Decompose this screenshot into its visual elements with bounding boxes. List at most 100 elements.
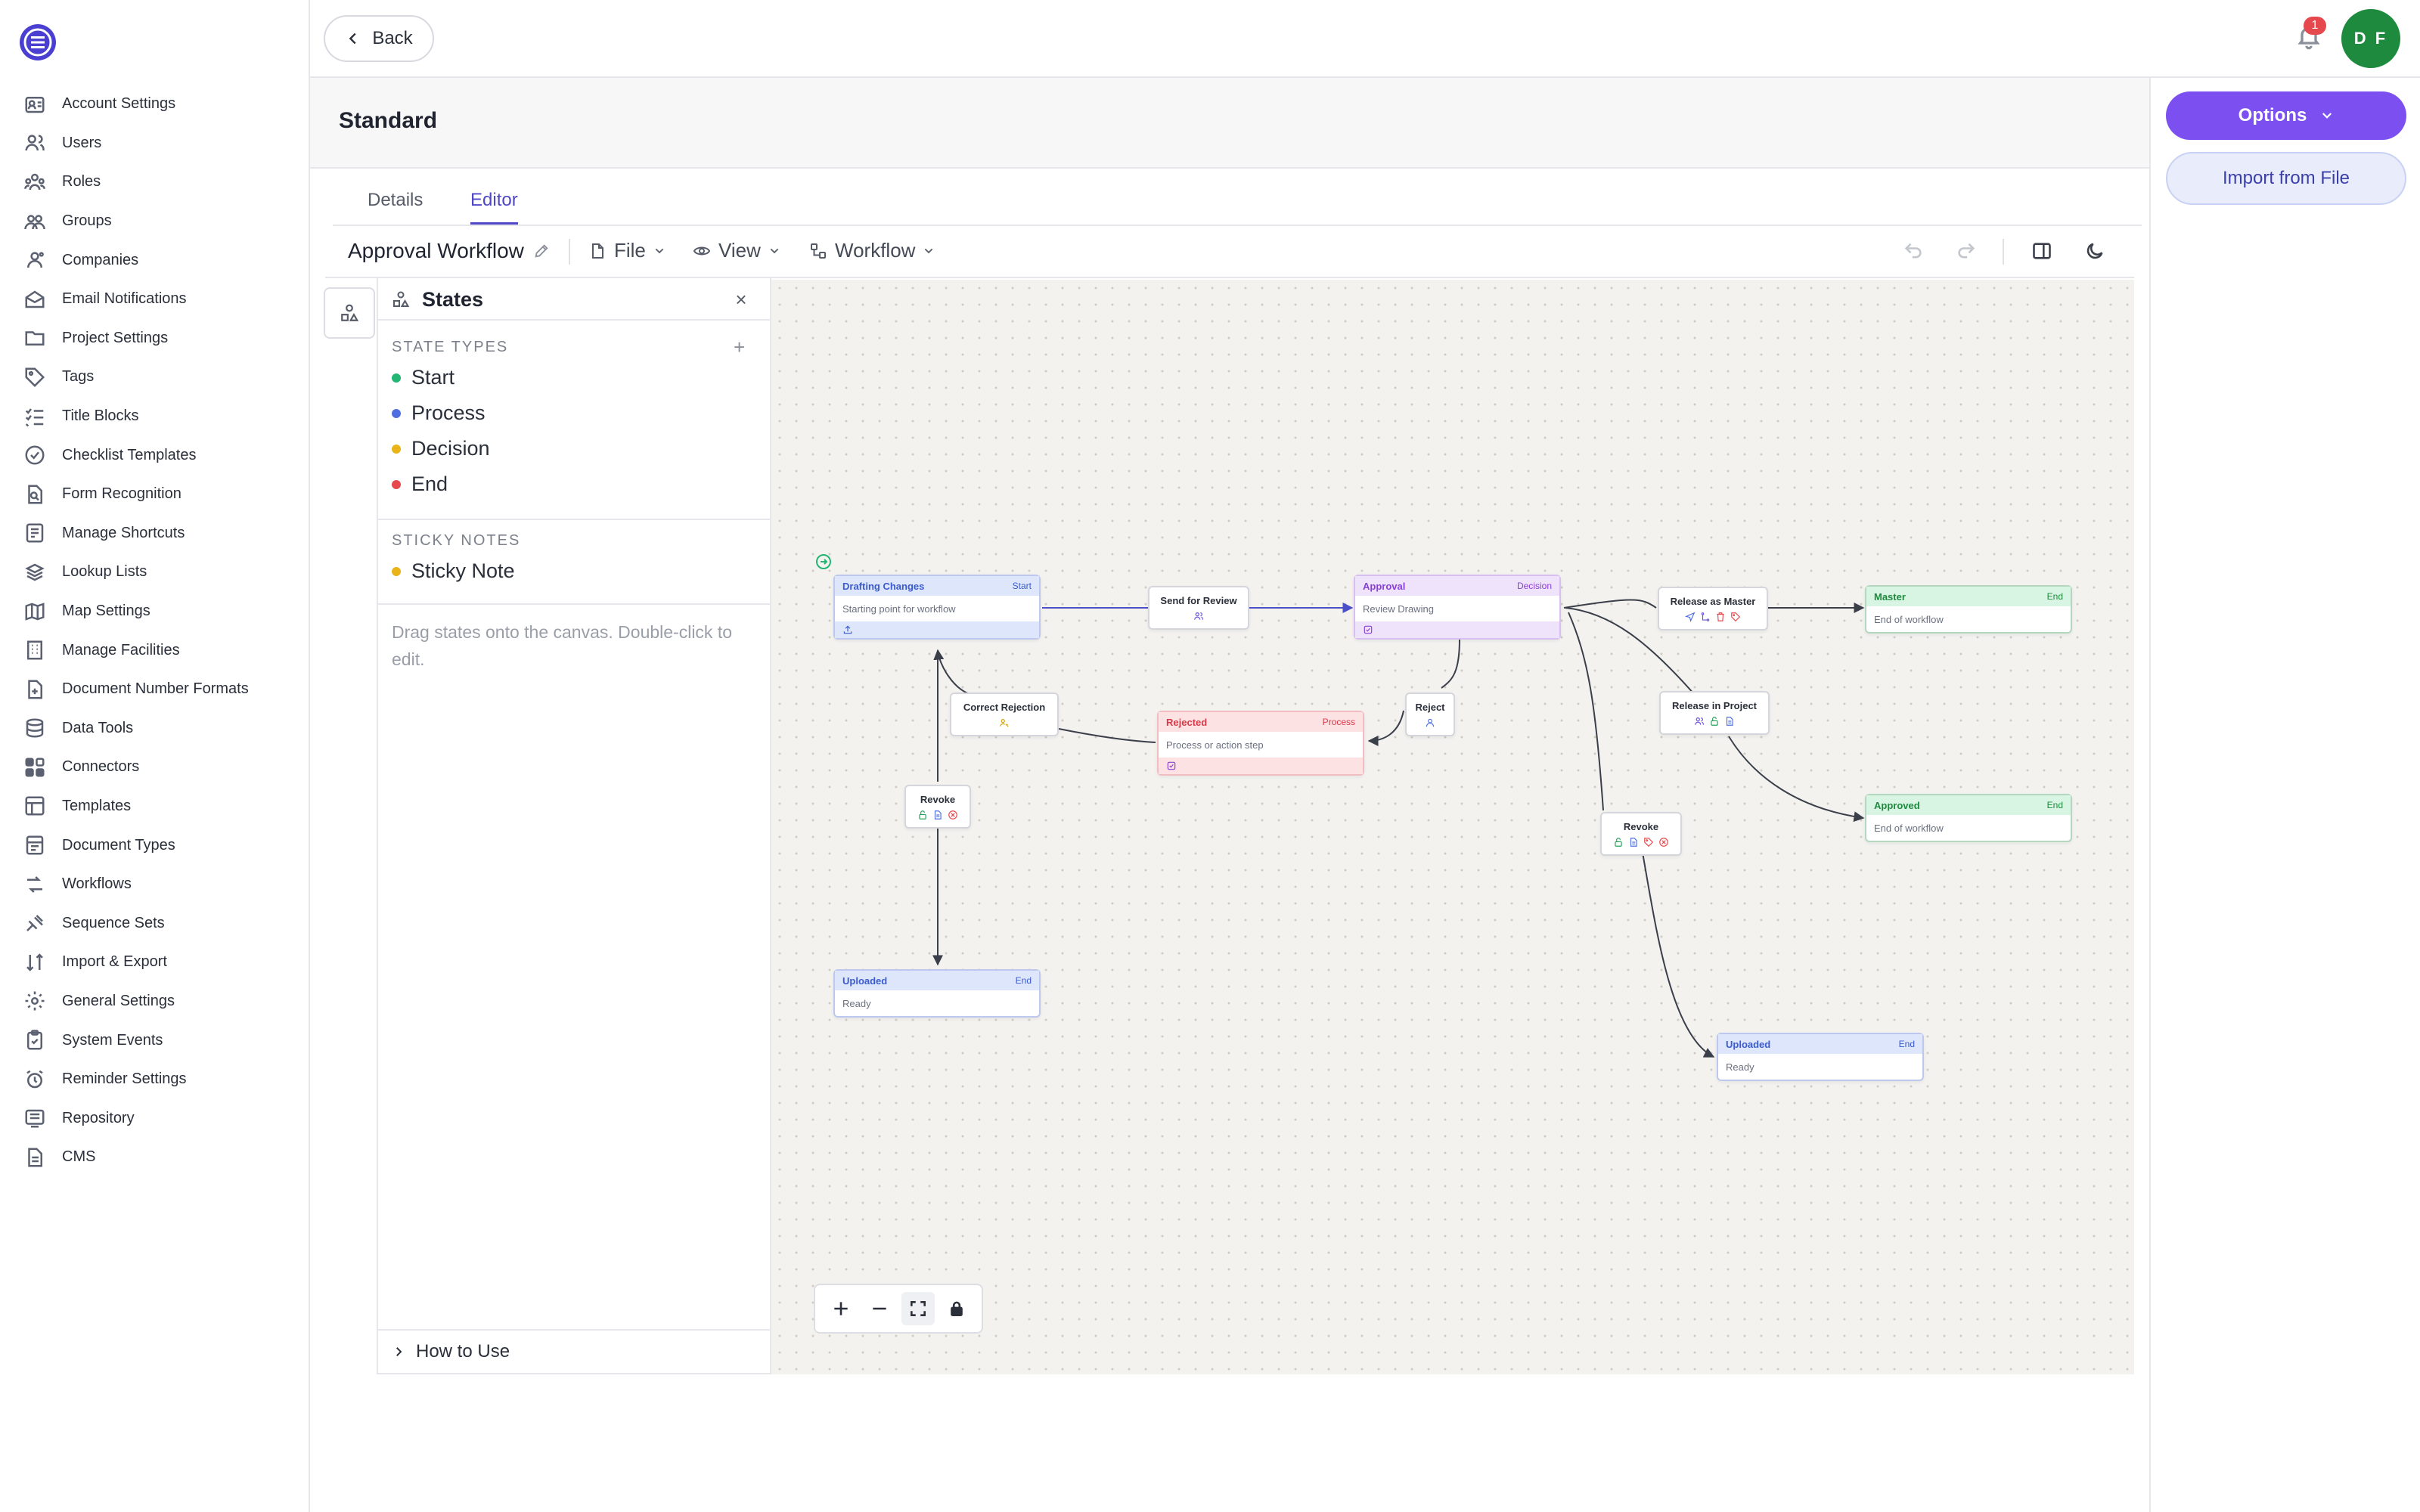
- state-node-description: End of workflow: [1874, 613, 1944, 625]
- sidebar-item[interactable]: General Settings: [23, 982, 302, 1021]
- options-button[interactable]: Options: [2166, 91, 2406, 140]
- close-icon[interactable]: ×: [731, 289, 752, 310]
- sidebar-item[interactable]: Data Tools: [23, 709, 302, 748]
- add-state-type-plus-icon[interactable]: +: [734, 336, 745, 359]
- edge[interactable]: [933, 649, 970, 695]
- map-icon: [23, 600, 47, 624]
- state-type-item[interactable]: Process: [392, 401, 486, 425]
- transition-node[interactable]: Send for Review: [1148, 586, 1249, 630]
- workflow-canvas[interactable]: Drafting Changes Start Starting point for …: [771, 280, 2134, 1374]
- sidebar-item[interactable]: Lookup Lists: [23, 553, 302, 592]
- workflow-icon: [811, 243, 826, 259]
- sidebar-item[interactable]: Templates: [23, 787, 302, 826]
- tab-details[interactable]: Details: [368, 190, 423, 225]
- state-node[interactable]: Approved End End of workflow: [1865, 794, 2072, 842]
- sidebar-item[interactable]: Roles: [23, 163, 302, 202]
- app-logo-icon[interactable]: [18, 23, 57, 62]
- back-button[interactable]: Back: [324, 15, 434, 62]
- sidebar-item[interactable]: Form Recognition: [23, 475, 302, 514]
- edge[interactable]: [1367, 710, 1404, 746]
- edge[interactable]: [1058, 728, 1156, 743]
- sidebar-item[interactable]: Email Notifications: [23, 280, 302, 319]
- sidebar-item[interactable]: Map Settings: [23, 592, 302, 631]
- states-panel-toggle-button[interactable]: [324, 287, 375, 339]
- lock-icon[interactable]: [940, 1292, 973, 1325]
- state-node[interactable]: Rejected Process Process or action step: [1157, 711, 1364, 776]
- back-button-label: Back: [372, 28, 413, 48]
- undo-icon[interactable]: [1903, 240, 1925, 263]
- user-avatar[interactable]: D F: [2341, 9, 2400, 68]
- zoom-out-minus-icon[interactable]: [863, 1292, 896, 1325]
- transition-node[interactable]: Revoke: [904, 785, 971, 829]
- branch-icon: [1701, 612, 1710, 621]
- view-menu[interactable]: View: [693, 239, 780, 262]
- sidebar-item[interactable]: System Events: [23, 1021, 302, 1060]
- zoom-controls: [814, 1284, 983, 1334]
- sidebar-item[interactable]: Reminder Settings: [23, 1060, 302, 1099]
- sidebar-item[interactable]: Project Settings: [23, 319, 302, 358]
- transition-node[interactable]: Revoke: [1600, 812, 1682, 856]
- state-node-title: Uploaded: [842, 974, 888, 987]
- state-node[interactable]: Uploaded End Ready: [833, 969, 1041, 1018]
- page-header: Standard: [310, 78, 2149, 169]
- sidebar-item[interactable]: Account Settings: [23, 85, 302, 124]
- transition-actions: [1613, 837, 1669, 847]
- transition-node[interactable]: Correct Rejection: [950, 692, 1059, 736]
- state-node-description: End of workflow: [1874, 822, 1944, 834]
- state-node[interactable]: Master End End of workflow: [1865, 585, 2072, 634]
- sidebar-item[interactable]: Users: [23, 124, 302, 163]
- sidebar-item-label: Repository: [62, 1109, 135, 1126]
- sidebar-item[interactable]: Checklist Templates: [23, 435, 302, 475]
- state-node-actions: [1355, 621, 1559, 638]
- edge[interactable]: [1563, 599, 1657, 609]
- database-icon: [23, 716, 47, 740]
- pencil-icon[interactable]: [533, 243, 550, 259]
- state-node[interactable]: Drafting Changes Start Starting point for …: [833, 575, 1041, 640]
- sidebar-item[interactable]: Import & Export: [23, 943, 302, 982]
- tab-editor[interactable]: Editor: [470, 190, 518, 225]
- edge[interactable]: [1728, 736, 1865, 823]
- sidebar-item[interactable]: Document Number Formats: [23, 670, 302, 709]
- redo-icon[interactable]: [1956, 240, 1978, 263]
- edge[interactable]: [1441, 639, 1460, 689]
- state-node[interactable]: Uploaded End Ready: [1717, 1033, 1924, 1081]
- state-type-item[interactable]: Start: [392, 366, 455, 389]
- sidebar-item[interactable]: Tags: [23, 358, 302, 397]
- sidebar-item[interactable]: Document Types: [23, 826, 302, 865]
- sidebar-item[interactable]: Connectors: [23, 748, 302, 787]
- sidebar-item[interactable]: Repository: [23, 1098, 302, 1138]
- import-from-file-button[interactable]: Import from File: [2166, 152, 2406, 205]
- transition-node[interactable]: Reject: [1405, 692, 1455, 736]
- sidebar-item[interactable]: Groups: [23, 202, 302, 241]
- sidebar-item[interactable]: CMS: [23, 1138, 302, 1177]
- state-type-item[interactable]: Decision: [392, 437, 490, 460]
- sidebar-item[interactable]: Companies: [23, 240, 302, 280]
- sidebar-item[interactable]: Manage Facilities: [23, 631, 302, 670]
- state-node[interactable]: Approval Decision Review Drawing: [1354, 575, 1561, 640]
- edge[interactable]: [1642, 852, 1715, 1058]
- workflow-name[interactable]: Approval Workflow: [348, 239, 550, 263]
- sidebar-item[interactable]: Sequence Sets: [23, 903, 302, 943]
- how-to-use-toggle[interactable]: How to Use: [378, 1329, 770, 1373]
- zoom-in-plus-icon[interactable]: [824, 1292, 858, 1325]
- state-node-title: Master: [1874, 590, 1906, 603]
- state-node-type: End: [1015, 975, 1032, 986]
- transition-node[interactable]: Release as Master: [1658, 587, 1768, 631]
- tag-icon: [1731, 612, 1741, 621]
- state-type-label: Process: [411, 401, 486, 424]
- sidebar-item[interactable]: Workflows: [23, 865, 302, 904]
- file-menu[interactable]: File: [588, 239, 666, 262]
- edge[interactable]: [1568, 612, 1604, 811]
- side-panel-toggle-icon[interactable]: [2031, 240, 2054, 263]
- state-type-item[interactable]: End: [392, 472, 448, 496]
- alarm-icon: [23, 1067, 47, 1092]
- sidebar-item[interactable]: Title Blocks: [23, 397, 302, 436]
- dark-mode-moon-icon[interactable]: [2084, 240, 2107, 263]
- transition-node[interactable]: Release in Project: [1659, 691, 1770, 735]
- fit-view-icon[interactable]: [901, 1292, 935, 1325]
- sticky-note-item[interactable]: Sticky Note: [392, 559, 515, 583]
- sidebar-item[interactable]: Manage Shortcuts: [23, 514, 302, 553]
- sidebar-item-label: Document Number Formats: [62, 680, 249, 698]
- workflow-menu[interactable]: Workflow: [809, 239, 935, 262]
- transition-actions: [1193, 611, 1204, 621]
